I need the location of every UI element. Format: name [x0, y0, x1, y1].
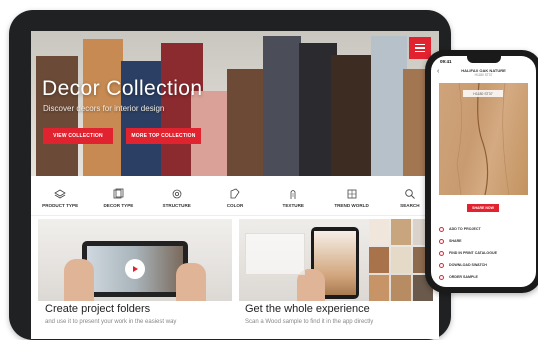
action-add-to-project[interactable]: ADD TO PROJECT — [439, 223, 531, 235]
nav-structure[interactable]: STRUCTURE — [153, 188, 201, 208]
decor-icon — [114, 188, 124, 199]
texture-icon — [290, 190, 296, 199]
phone-header: HALIFAX OAK NATURE H1180 ST37 — [431, 66, 536, 82]
nav-label: SEARCH — [400, 203, 420, 208]
search-icon — [405, 189, 415, 199]
nav-decor-type[interactable]: DECOR TYPE — [94, 188, 142, 208]
swatch — [391, 219, 411, 245]
action-list: ADD TO PROJECT SHARE FIND IN PRINT CATAL… — [439, 223, 531, 283]
wood-grain — [456, 83, 510, 195]
hand-right — [176, 263, 206, 301]
nav-color[interactable]: COLOR — [211, 188, 259, 208]
hand-left — [64, 259, 94, 301]
decor-code: H1180 ST37 — [474, 73, 493, 77]
brochure — [245, 233, 305, 275]
nav-texture[interactable]: TEXTURE — [269, 188, 317, 208]
phone-notch — [467, 56, 501, 63]
action-download-swatch[interactable]: DOWNLOAD SWATCH — [439, 259, 531, 271]
panel-dark-oak — [331, 55, 375, 176]
hero-subtitle: Discover decors for interior design — [43, 104, 165, 113]
nav-label: STRUCTURE — [162, 203, 191, 208]
card-title: Get the whole experience — [245, 303, 370, 315]
card-description: Scan a Wood sample to find it in the app… — [245, 319, 374, 325]
structure-icon — [172, 189, 182, 199]
card-description: and use it to present your work in the e… — [45, 319, 177, 325]
nav-label: TEXTURE — [282, 203, 304, 208]
swatch-grid — [369, 219, 433, 301]
category-nav: PRODUCT TYPE DECOR TYPE STRUCTURE COLOR … — [31, 181, 439, 216]
color-icon — [230, 188, 240, 199]
action-label: DOWNLOAD SWATCH — [449, 263, 487, 267]
action-label: ADD TO PROJECT — [449, 227, 481, 231]
nav-label: DECOR TYPE — [103, 203, 134, 208]
panel-slate — [263, 36, 301, 176]
play-icon — [133, 266, 138, 272]
status-time: 09:41 — [440, 59, 452, 64]
nav-label: PRODUCT TYPE — [42, 203, 79, 208]
action-label: SHARE — [449, 239, 462, 243]
share-icon — [439, 238, 444, 244]
phone-device: 09:41 ‹ HALIFAX OAK NATURE H1180 ST37 H1… — [425, 50, 538, 293]
action-order-sample[interactable]: ORDER SAMPLE — [439, 271, 531, 283]
action-share[interactable]: SHARE — [439, 235, 531, 247]
catalogue-icon — [439, 250, 444, 256]
trend-icon — [347, 189, 356, 199]
swatch — [391, 275, 411, 301]
play-button[interactable] — [125, 259, 145, 279]
view-collection-button[interactable]: VIEW COLLECTION — [43, 128, 113, 144]
tablet-screen: Decor Collection Discover decors for int… — [31, 31, 439, 339]
panel-walnut — [227, 69, 267, 176]
panel-grey — [371, 36, 407, 176]
hero-title: Decor Collection — [42, 77, 203, 100]
layers-icon — [54, 189, 66, 199]
nav-label: COLOR — [226, 203, 244, 208]
experience-card[interactable] — [239, 219, 433, 301]
swatch — [369, 275, 389, 301]
more-top-collection-button[interactable]: MORE TOP COLLECTION — [126, 128, 201, 144]
plus-icon — [439, 226, 444, 232]
card-title: Create project folders — [45, 303, 151, 315]
action-label: FIND IN PRINT CATALOGUE — [449, 251, 497, 255]
tablet-device: Decor Collection Discover decors for int… — [9, 10, 451, 340]
hamburger-menu-button[interactable] — [409, 37, 431, 59]
project-folders-card[interactable] — [38, 219, 232, 301]
nav-product-type[interactable]: PRODUCT TYPE — [36, 188, 84, 208]
hero-banner: Decor Collection Discover decors for int… — [31, 31, 439, 176]
tablet-illustration — [82, 241, 188, 297]
action-find-in-catalogue[interactable]: FIND IN PRINT CATALOGUE — [439, 247, 531, 259]
nav-trend-world[interactable]: TREND WORLD — [328, 188, 376, 208]
nav-label: TREND WORLD — [334, 203, 369, 208]
swatch — [391, 247, 411, 273]
phone-screen: 09:41 ‹ HALIFAX OAK NATURE H1180 ST37 H1… — [431, 56, 536, 287]
swatch — [369, 247, 389, 273]
share-now-button[interactable]: SHARE NOW — [467, 204, 499, 212]
panel-dark-wood — [36, 56, 78, 176]
decor-tag: H1180 ST37 — [463, 90, 503, 97]
swatch — [369, 219, 389, 245]
decor-preview-image — [439, 83, 528, 195]
cart-icon — [439, 274, 444, 280]
download-icon — [439, 262, 444, 268]
action-label: ORDER SAMPLE — [449, 275, 478, 279]
